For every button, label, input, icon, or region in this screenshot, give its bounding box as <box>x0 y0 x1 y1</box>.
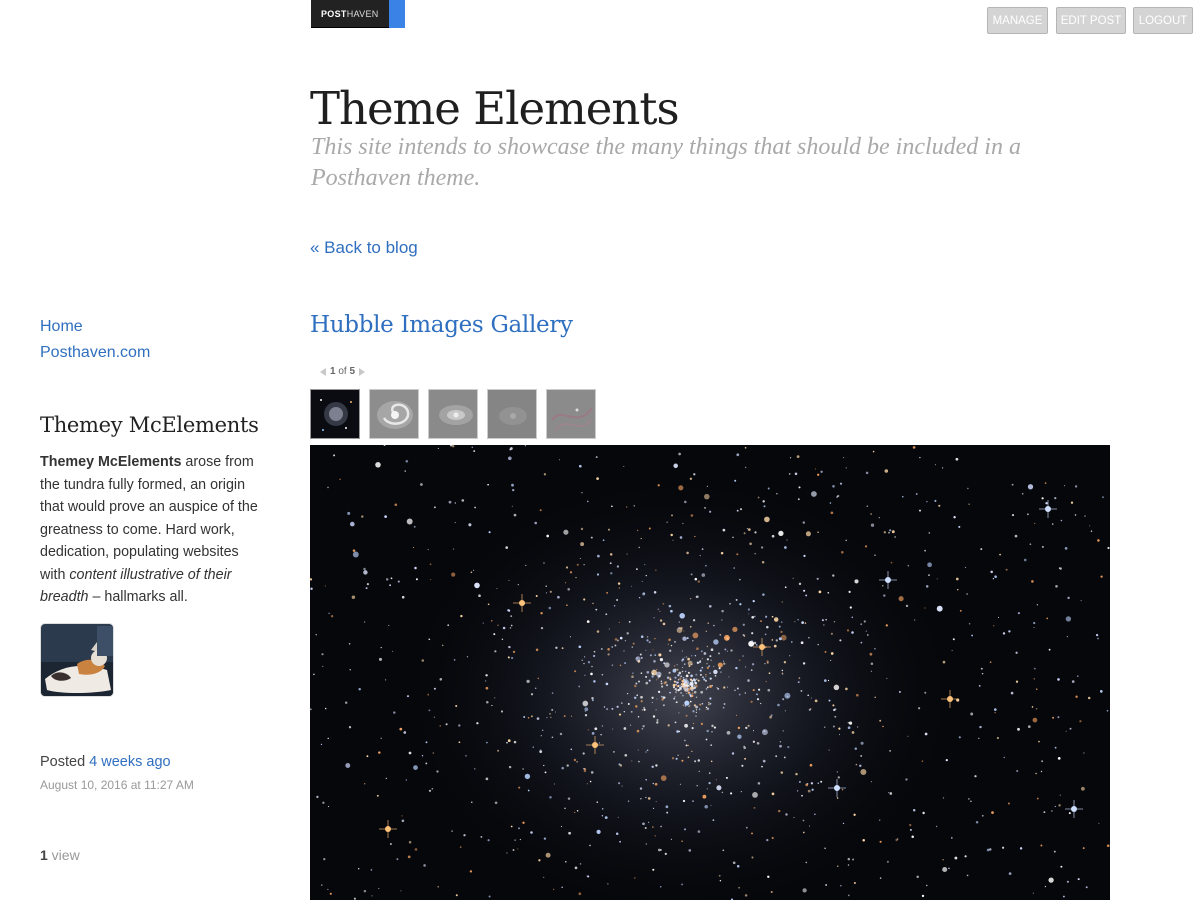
author-bio-end: – hallmarks all. <box>88 589 188 605</box>
logout-button[interactable]: LOGOUT <box>1133 7 1193 34</box>
posted-date: August 10, 2016 at 11:27 AM <box>40 778 194 792</box>
post-title[interactable]: Hubble Images Gallery <box>310 312 573 338</box>
author-avatar <box>40 623 114 697</box>
nav-item-home[interactable]: Home <box>40 314 150 340</box>
gallery-thumbnails <box>310 389 596 439</box>
author-name: Themey McElements <box>40 413 259 437</box>
gallery-position: 1 of 5 <box>330 366 355 377</box>
gallery-thumbnail[interactable] <box>487 389 537 439</box>
view-count-number: 1 <box>40 847 48 863</box>
posted-label: Posted <box>40 754 90 770</box>
posthaven-logo-text: POSTHAVEN <box>321 9 379 19</box>
posted-info: Posted 4 weeks ago <box>40 754 171 770</box>
site-description: This site intends to showcase the many t… <box>311 134 1021 191</box>
author-bio: Themey McElements arose from the tundra … <box>40 451 260 609</box>
author-bio-text: arose from the tundra fully formed, an o… <box>40 454 258 583</box>
author-bio-name: Themey McElements <box>40 454 182 470</box>
posthaven-badge[interactable]: POSTHAVEN <box>311 0 405 28</box>
gallery-main-image[interactable] <box>310 445 1110 900</box>
gallery-pager: 1 of 5 <box>320 366 366 377</box>
manage-button[interactable]: MANAGE <box>987 7 1048 34</box>
gallery-thumbnail[interactable] <box>546 389 596 439</box>
gallery-thumbnail[interactable] <box>369 389 419 439</box>
view-count-label: view <box>47 847 80 863</box>
gallery-of-label: of <box>335 366 350 377</box>
back-to-blog-link[interactable]: « Back to blog <box>310 238 418 258</box>
previous-arrow-icon[interactable] <box>320 367 326 376</box>
next-arrow-icon[interactable] <box>359 367 366 376</box>
site-title: Theme Elements <box>310 82 680 135</box>
sidebar-nav: Home Posthaven.com <box>40 314 150 366</box>
gallery-thumbnail[interactable] <box>310 389 360 439</box>
posted-relative-link[interactable]: 4 weeks ago <box>89 754 170 770</box>
gallery-thumbnail[interactable] <box>428 389 478 439</box>
nav-item-posthaven[interactable]: Posthaven.com <box>40 340 150 366</box>
gallery-total: 5 <box>349 366 356 377</box>
edit-post-button[interactable]: EDIT POST <box>1056 7 1126 34</box>
badge-accent-stripe <box>389 0 405 28</box>
star-cluster-image <box>310 445 1110 900</box>
view-count: 1 view <box>40 847 80 863</box>
